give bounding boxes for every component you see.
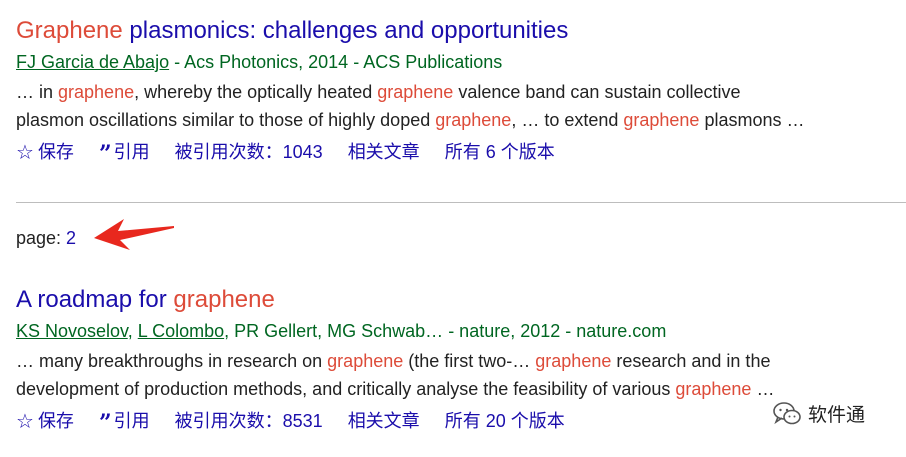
related-articles-link[interactable]: 相关文章 bbox=[348, 138, 420, 166]
author-link[interactable]: KS Novoselov bbox=[16, 321, 128, 341]
result-actions: ☆ 保存 ” 引用 被引用次数：1043 相关文章 所有 6 个版本 bbox=[16, 137, 896, 167]
title-text: A roadmap for bbox=[16, 286, 174, 313]
author-link[interactable]: FJ Garcia de Abajo bbox=[16, 52, 169, 72]
keyword-highlight: graphene bbox=[58, 82, 135, 102]
divider bbox=[16, 202, 906, 203]
star-icon: ☆ bbox=[16, 411, 34, 433]
cite-button[interactable]: ” 引用 bbox=[98, 406, 150, 436]
snippet-text: … in bbox=[16, 82, 59, 102]
authors-text: , PR Gellert, MG Schwab… bbox=[224, 321, 444, 341]
page-indicator: page: 2 bbox=[16, 228, 77, 248]
search-result-2: A roadmap for graphene KS Novoselov, L C… bbox=[16, 283, 896, 436]
save-button[interactable]: ☆ 保存 bbox=[16, 138, 74, 166]
wechat-icon bbox=[773, 401, 801, 424]
result-snippet: … many breakthroughs in research on grap… bbox=[16, 347, 896, 403]
result-snippet: … in graphene, whereby the optically hea… bbox=[16, 78, 896, 134]
title-highlight: Graphene bbox=[16, 17, 123, 44]
keyword-highlight: graphene bbox=[377, 82, 454, 102]
cited-by-link[interactable]: 被引用次数：8531 bbox=[175, 407, 323, 435]
keyword-highlight: graphene bbox=[623, 110, 700, 130]
keyword-highlight: graphene bbox=[435, 110, 512, 130]
snippet-text: , whereby the optically heated bbox=[134, 82, 378, 102]
snippet-text: plasmon oscillations similar to those of… bbox=[16, 110, 436, 130]
snippet-line: … in graphene, whereby the optically hea… bbox=[16, 78, 896, 106]
snippet-text: … bbox=[751, 379, 775, 399]
title-highlight: graphene bbox=[173, 286, 275, 313]
keyword-highlight: graphene bbox=[675, 379, 752, 399]
star-icon: ☆ bbox=[16, 142, 34, 164]
result-meta: FJ Garcia de Abajo - Acs Photonics, 2014… bbox=[16, 48, 896, 76]
result-title[interactable]: Graphene plasmonics: challenges and oppo… bbox=[16, 14, 896, 48]
author-link[interactable]: L Colombo bbox=[138, 321, 224, 341]
save-button[interactable]: ☆ 保存 bbox=[16, 407, 74, 435]
all-versions-link[interactable]: 所有 6 个版本 bbox=[445, 138, 555, 166]
snippet-text: , … to extend bbox=[511, 110, 624, 130]
snippet-text: valence band can sustain collective bbox=[453, 82, 741, 102]
watermark-text: 软件通 bbox=[808, 405, 866, 426]
title-text: plasmonics: challenges and opportunities bbox=[122, 17, 569, 44]
snippet-text: … many breakthroughs in research on bbox=[16, 351, 328, 371]
source-text: - nature, 2012 - nature.com bbox=[443, 321, 667, 341]
keyword-highlight: graphene bbox=[327, 351, 404, 371]
result-meta: KS Novoselov, L Colombo, PR Gellert, MG … bbox=[16, 321, 667, 341]
result-title[interactable]: A roadmap for graphene bbox=[16, 283, 896, 317]
cited-by-link[interactable]: 被引用次数：1043 bbox=[175, 138, 323, 166]
snippet-text: development of production methods, and c… bbox=[16, 379, 676, 399]
snippet-line: plasmon oscillations similar to those of… bbox=[16, 106, 896, 134]
watermark: 软件通 bbox=[772, 400, 865, 427]
snippet-text: research and in the bbox=[611, 351, 771, 371]
cite-button[interactable]: ” 引用 bbox=[98, 137, 150, 167]
keyword-highlight: graphene bbox=[535, 351, 612, 371]
snippet-text: (the first two-… bbox=[403, 351, 536, 371]
search-result-1: Graphene plasmonics: challenges and oppo… bbox=[16, 14, 896, 167]
result-actions: ☆ 保存 ” 引用 被引用次数：8531 相关文章 所有 20 个版本 bbox=[16, 406, 896, 436]
arrow-icon bbox=[94, 219, 174, 250]
snippet-text: plasmons … bbox=[699, 110, 805, 130]
related-articles-link[interactable]: 相关文章 bbox=[348, 407, 420, 435]
snippet-line: development of production methods, and c… bbox=[16, 375, 896, 403]
page-number[interactable]: 2 bbox=[66, 228, 76, 248]
snippet-line: … many breakthroughs in research on grap… bbox=[16, 347, 896, 375]
quote-icon: ” bbox=[98, 410, 112, 436]
quote-icon: ” bbox=[98, 141, 112, 167]
source-text: - Acs Photonics, 2014 - ACS Publications bbox=[169, 52, 503, 72]
all-versions-link[interactable]: 所有 20 个版本 bbox=[445, 407, 565, 435]
